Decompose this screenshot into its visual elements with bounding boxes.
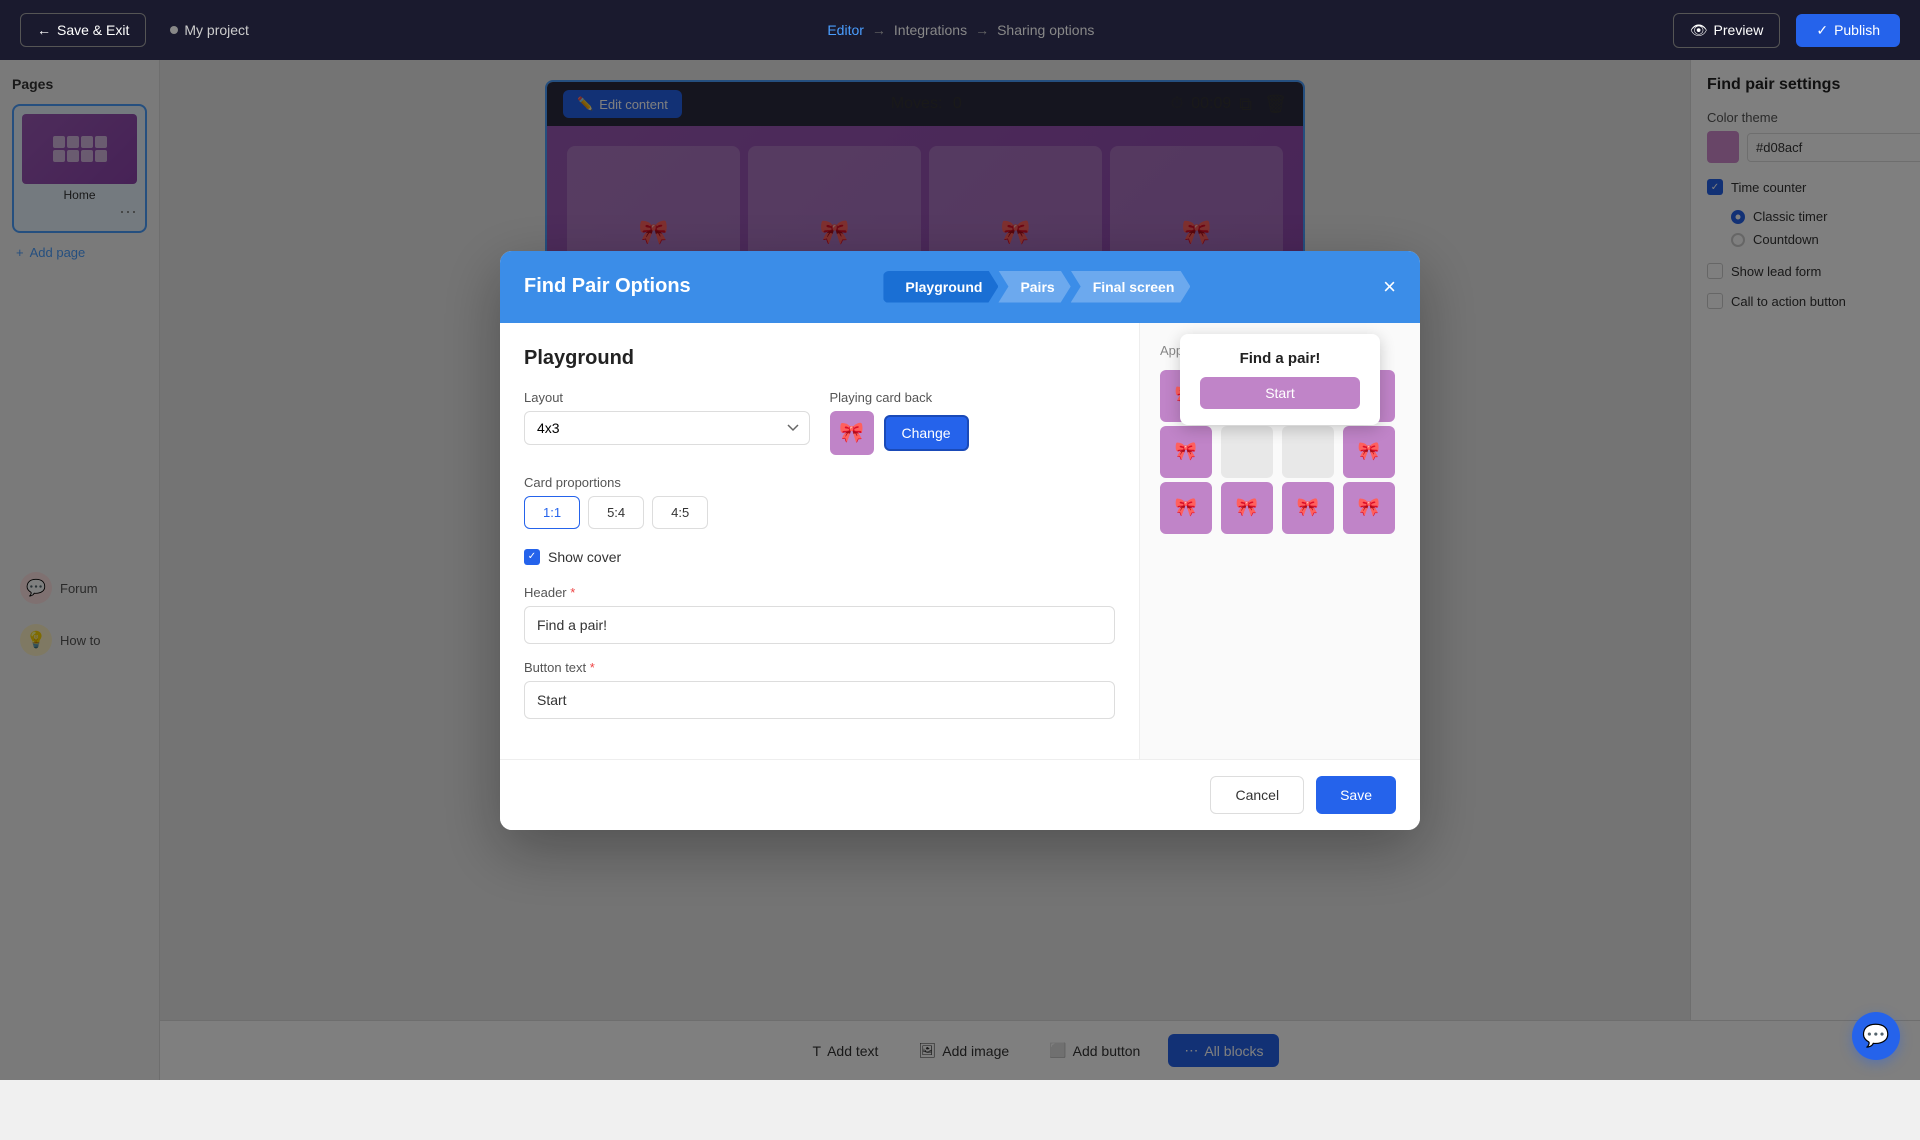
proportions-row: 1:1 5:4 4:5	[524, 496, 1115, 529]
nav-step-editor[interactable]: Editor	[827, 22, 864, 38]
card-proportions-label: Card proportions	[524, 475, 1115, 490]
nav-sep-1: →	[872, 22, 886, 38]
proportion-5-4[interactable]: 5:4	[588, 496, 644, 529]
preview-start-button[interactable]: Start	[1200, 377, 1360, 409]
modal-step-playground[interactable]: Playground	[883, 271, 998, 303]
change-button[interactable]: Change	[884, 415, 969, 451]
modal-close-button[interactable]: ×	[1383, 276, 1396, 298]
cancel-button[interactable]: Cancel	[1210, 776, 1304, 814]
modal-right-panel: Approximate preview 🎀 🎀 🎀 🎀 🎀 🎀 🎀 🎀 🎀	[1140, 323, 1420, 759]
save-exit-button[interactable]: ← Save & Exit	[20, 13, 146, 47]
button-text-required-star: *	[590, 660, 595, 675]
layout-group: Layout 4x3	[524, 390, 810, 445]
eye-icon: 👁	[1690, 22, 1708, 39]
preview-overlay-title: Find a pair!	[1200, 350, 1360, 367]
modal-footer: Cancel Save	[500, 759, 1420, 830]
project-name: My project	[170, 22, 249, 38]
publish-button[interactable]: ✓ Publish	[1796, 14, 1900, 47]
modal-body: Playground Layout 4x3 Playing card back …	[500, 323, 1420, 759]
save-exit-label: Save & Exit	[57, 22, 129, 38]
modal-header: Find Pair Options Playground Pairs Final…	[500, 251, 1420, 323]
modal-section-title: Playground	[524, 347, 1115, 370]
show-cover-checkbox[interactable]	[524, 549, 540, 565]
layout-field-row: Layout 4x3 Playing card back 🎀 Change	[524, 390, 1115, 455]
nav-step-integrations[interactable]: Integrations	[894, 22, 967, 38]
modal-overlay[interactable]: Find Pair Options Playground Pairs Final…	[0, 0, 1920, 1080]
messenger-bubble[interactable]: 💬	[1852, 1012, 1900, 1060]
proportion-4-5[interactable]: 4:5	[652, 496, 708, 529]
proportion-1-1[interactable]: 1:1	[524, 496, 580, 529]
preview-cell-5: 🎀	[1160, 426, 1212, 478]
card-back-label: Playing card back	[830, 390, 1116, 405]
modal-step-final-screen[interactable]: Final screen	[1071, 271, 1191, 303]
preview-cell-9: 🎀	[1160, 482, 1212, 534]
modal-steps: Playground Pairs Final screen	[883, 271, 1190, 303]
top-navigation: ← Save & Exit My project Editor → Integr…	[0, 0, 1920, 60]
preview-cell-7	[1282, 426, 1334, 478]
preview-cell-6	[1221, 426, 1273, 478]
button-text-input[interactable]	[524, 681, 1115, 719]
show-cover-label: Show cover	[548, 549, 621, 565]
modal-title: Find Pair Options	[524, 275, 691, 298]
nav-sep-2: →	[975, 22, 989, 38]
dot-icon	[170, 26, 178, 34]
arrow-left-icon: ←	[37, 22, 51, 38]
header-required-star: *	[570, 585, 575, 600]
messenger-icon: 💬	[1862, 1023, 1889, 1049]
header-label: Header *	[524, 585, 1115, 600]
layout-select[interactable]: 4x3	[524, 411, 810, 445]
check-icon: ✓	[1816, 22, 1828, 39]
layout-label: Layout	[524, 390, 810, 405]
nav-steps: Editor → Integrations → Sharing options	[827, 22, 1094, 38]
card-back-group: Playing card back 🎀 Change	[830, 390, 1116, 455]
card-back-preview: 🎀	[830, 411, 874, 455]
button-text-field: Button text *	[524, 660, 1115, 719]
nav-step-sharing[interactable]: Sharing options	[997, 22, 1094, 38]
find-pair-modal: Find Pair Options Playground Pairs Final…	[500, 251, 1420, 830]
header-input[interactable]	[524, 606, 1115, 644]
save-button[interactable]: Save	[1316, 776, 1396, 814]
preview-container: 🎀 🎀 🎀 🎀 🎀 🎀 🎀 🎀 🎀 🎀	[1160, 370, 1400, 425]
preview-overlay: Find a pair! Start	[1180, 334, 1380, 425]
show-cover-row: Show cover	[524, 549, 1115, 565]
card-back-row: 🎀 Change	[830, 411, 1116, 455]
modal-step-pairs[interactable]: Pairs	[998, 271, 1070, 303]
button-text-label: Button text *	[524, 660, 1115, 675]
preview-cell-12: 🎀	[1343, 482, 1395, 534]
preview-cell-8: 🎀	[1343, 426, 1395, 478]
preview-cell-10: 🎀	[1221, 482, 1273, 534]
preview-button[interactable]: 👁 Preview	[1673, 13, 1781, 48]
modal-left-panel: Playground Layout 4x3 Playing card back …	[500, 323, 1140, 759]
preview-cell-11: 🎀	[1282, 482, 1334, 534]
header-field: Header *	[524, 585, 1115, 644]
